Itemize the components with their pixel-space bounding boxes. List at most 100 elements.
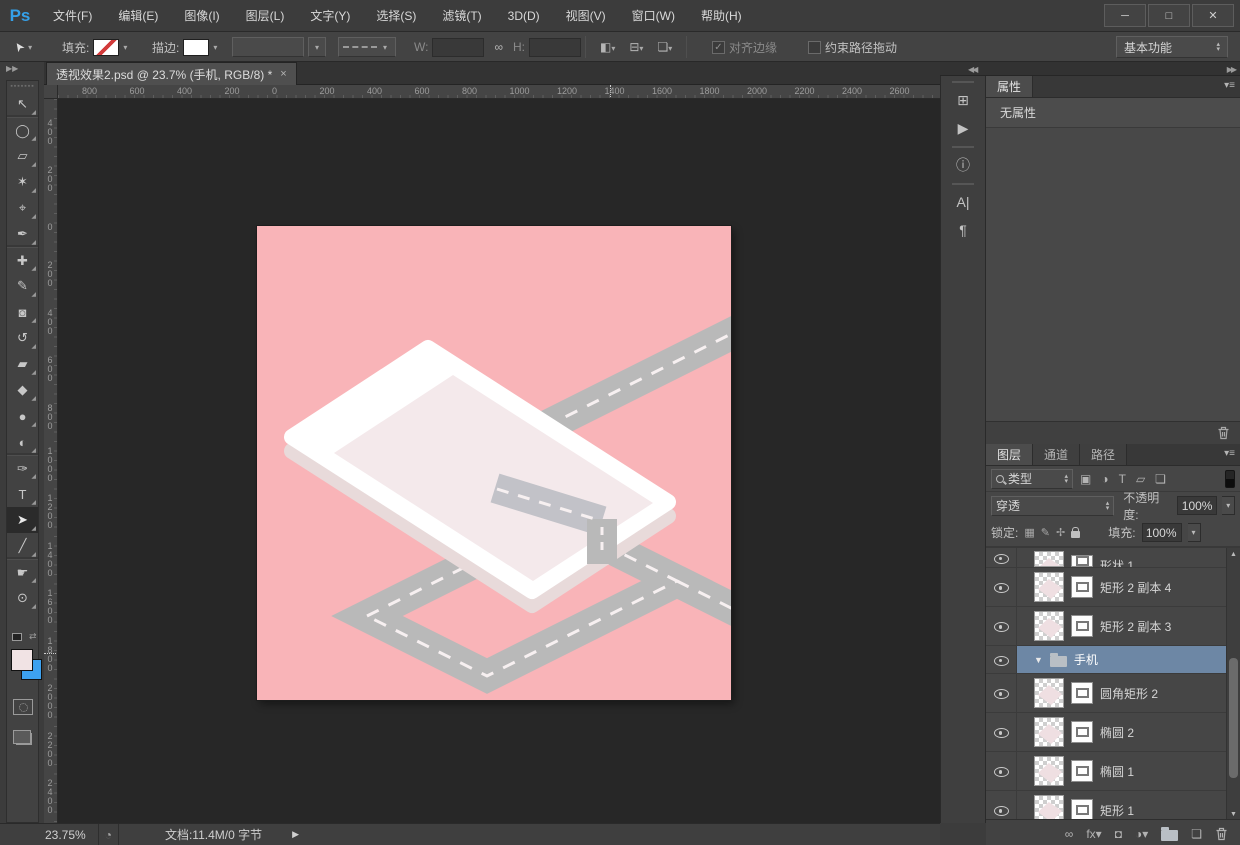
eye-icon[interactable] [994, 653, 1009, 667]
fill-swatch[interactable] [93, 39, 119, 56]
tab-图层[interactable]: 图层 [986, 444, 1033, 465]
filter-pixel-icon[interactable]: ▣ [1080, 472, 1091, 486]
healing-brush-tool[interactable]: ✚◢ [7, 247, 38, 273]
layer-row-body[interactable]: 矩形 1 [1017, 791, 1226, 819]
pen-tool[interactable]: ✑◢ [7, 455, 38, 481]
new-layer-icon[interactable]: ❏ [1191, 827, 1202, 841]
layer-visibility-cell[interactable] [986, 713, 1017, 751]
vector-mask-thumbnail[interactable] [1071, 799, 1093, 819]
stroke-width-combo[interactable] [232, 37, 304, 57]
layer-row-1[interactable]: 矩形 2 副本 4 [986, 568, 1240, 607]
maximize-button[interactable]: □ [1148, 4, 1190, 27]
menu-item-8[interactable]: 视图(V) [553, 0, 619, 32]
scroll-up-icon[interactable]: ▲ [1230, 548, 1237, 560]
adjustment-layer-icon[interactable]: ◑▾ [1135, 827, 1148, 841]
layer-row-body[interactable]: ▼手机 [1017, 646, 1226, 673]
blur-tool[interactable]: ●◢ [7, 403, 38, 429]
eye-icon[interactable] [994, 580, 1009, 594]
paint-bucket-tool[interactable]: ◆◢ [7, 377, 38, 403]
properties-panel-menu-icon[interactable]: ▾≡ [1224, 80, 1235, 91]
menu-item-0[interactable]: 文件(F) [40, 0, 105, 32]
menu-item-10[interactable]: 帮助(H) [688, 0, 755, 32]
disclosure-triangle-icon[interactable]: ▼ [1034, 655, 1043, 665]
eye-icon[interactable] [994, 803, 1009, 817]
layer-visibility-cell[interactable] [986, 646, 1017, 673]
vector-mask-thumbnail[interactable] [1071, 721, 1093, 743]
opacity-dropdown-icon[interactable]: ▾ [1222, 496, 1235, 515]
layers-panel-menu-icon[interactable]: ▾≡ [1224, 448, 1235, 459]
fill-dropdown-icon[interactable]: ▾ [1188, 523, 1201, 542]
path-arrange-icon[interactable]: ❏▾ [657, 40, 672, 54]
toolbar-collapse-icon[interactable]: ▶▶ [6, 64, 18, 73]
eye-icon[interactable] [994, 551, 1009, 565]
layer-filter-type-combo[interactable]: 类型 ▴▾ [991, 469, 1073, 489]
current-tool-icon[interactable]: ➤ ▾ [14, 32, 32, 62]
eye-icon[interactable] [994, 764, 1009, 778]
layer-row-5[interactable]: 椭圆 2 [986, 713, 1240, 752]
scroll-down-icon[interactable]: ▼ [1230, 808, 1237, 819]
layer-row-body[interactable]: 圆角矩形 2 [1017, 674, 1226, 712]
document-close-icon[interactable]: × [280, 68, 286, 80]
dodge-tool[interactable]: ◐◢ [7, 429, 38, 455]
zoom-tool[interactable]: ⊙◢ [7, 585, 38, 611]
tab-路径[interactable]: 路径 [1080, 444, 1127, 465]
layer-row-6[interactable]: 椭圆 1 [986, 752, 1240, 791]
eye-icon[interactable] [994, 686, 1009, 700]
menu-item-7[interactable]: 3D(D) [495, 0, 553, 32]
layer-mask-icon[interactable]: ◘ [1115, 827, 1122, 841]
scrollbar-thumb[interactable] [1229, 658, 1238, 778]
menu-item-5[interactable]: 选择(S) [363, 0, 429, 32]
type-tool[interactable]: T◢ [7, 481, 38, 507]
zoom-level-field[interactable]: 23.75% [45, 828, 86, 842]
marquee-tool[interactable]: ◯◢ [7, 117, 38, 143]
document-tab[interactable]: 透视效果2.psd @ 23.7% (手机, RGB/8) * × [46, 62, 297, 85]
layer-row-body[interactable]: 矩形 2 副本 3 [1017, 607, 1226, 645]
menu-item-6[interactable]: 滤镜(T) [429, 0, 494, 32]
collapse-dock-icon[interactable]: ◀◀ [968, 65, 976, 74]
layer-thumbnail[interactable] [1034, 572, 1064, 602]
layer-thumbnail[interactable] [1034, 611, 1064, 641]
layer-row-body[interactable]: 矩形 2 副本 4 [1017, 568, 1226, 606]
magic-wand-tool[interactable]: ✶◢ [7, 169, 38, 195]
eraser-tool[interactable]: ▰◢ [7, 351, 38, 377]
link-layers-icon[interactable]: ∞ [1065, 827, 1074, 841]
link-dimensions-icon[interactable]: ∞ [494, 40, 503, 54]
vector-mask-thumbnail[interactable] [1071, 682, 1093, 704]
vector-mask-thumbnail[interactable] [1071, 760, 1093, 782]
quick-mask-button[interactable] [13, 699, 33, 715]
minimize-button[interactable]: ─ [1104, 4, 1146, 27]
fill-opacity-value[interactable]: 100% [1142, 523, 1182, 542]
layer-visibility-cell[interactable] [986, 674, 1017, 712]
properties-delete-icon[interactable] [1217, 426, 1230, 440]
filter-shape-icon[interactable]: ▱ [1136, 472, 1145, 486]
eye-icon[interactable] [994, 619, 1009, 633]
swap-colors-icon[interactable]: ⇄ [29, 631, 37, 642]
layer-visibility-cell[interactable] [986, 568, 1017, 606]
height-input[interactable] [529, 38, 581, 57]
layer-filter-toggle[interactable] [1225, 470, 1235, 488]
eyedropper-tool[interactable]: ✒◢ [7, 221, 38, 247]
tab-通道[interactable]: 通道 [1033, 444, 1080, 465]
layer-row-2[interactable]: 矩形 2 副本 3 [986, 607, 1240, 646]
history-brush-tool[interactable]: ↺◢ [7, 325, 38, 351]
lock-position-icon[interactable]: ✢ [1056, 526, 1065, 539]
default-colors-icon[interactable] [12, 633, 22, 641]
menu-item-3[interactable]: 图层(L) [233, 0, 298, 32]
path-selection-tool[interactable]: ➤◢ [7, 507, 38, 533]
path-operations-icon[interactable]: ◧▾ [600, 40, 615, 54]
layer-thumbnail[interactable] [1034, 678, 1064, 708]
expand-dock-icon[interactable]: ▶▶ [1227, 65, 1235, 74]
status-flyout-icon[interactable]: ▶ [292, 829, 299, 840]
layer-thumbnail[interactable] [1034, 717, 1064, 747]
lasso-tool[interactable]: ▱◢ [7, 143, 38, 169]
width-input[interactable] [432, 38, 484, 57]
filter-smart-object-icon[interactable]: ❏ [1155, 472, 1166, 486]
layer-visibility-cell[interactable] [986, 791, 1017, 819]
toolbar-grip[interactable]: ▪▪▪▪▪▪▪ [7, 81, 38, 91]
path-alignment-icon[interactable]: ⊟▾ [629, 40, 643, 54]
clone-source-panel-icon[interactable]: ⊞ [948, 87, 978, 113]
layer-thumbnail[interactable] [1034, 795, 1064, 819]
new-group-icon[interactable] [1161, 827, 1178, 841]
layer-thumbnail[interactable] [1034, 551, 1064, 567]
layer-visibility-cell[interactable] [986, 607, 1017, 645]
